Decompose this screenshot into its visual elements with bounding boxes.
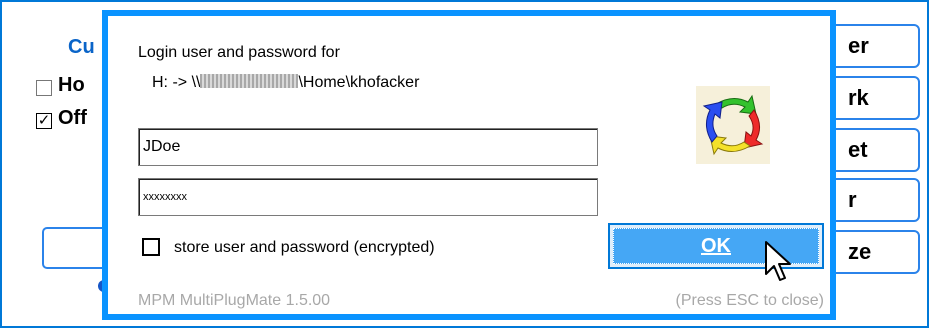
network-path-suffix: \Home\khofacker [298, 74, 420, 91]
redacted-server-name [200, 74, 299, 88]
login-prompt: Login user and password for [138, 44, 340, 61]
mouse-pointer-icon [765, 241, 791, 281]
background-checkbox-off[interactable]: ✓ [36, 113, 52, 129]
multiplugmate-logo-icon [696, 86, 770, 164]
esc-hint-label: (Press ESC to close) [675, 292, 824, 309]
password-input[interactable] [138, 178, 598, 216]
store-credentials-label: store user and password (encrypted) [174, 239, 435, 256]
network-path: H: -> \\ \Home\khofacker [152, 74, 419, 92]
background-checkbox-label-off: Off [58, 107, 87, 129]
username-input[interactable] [138, 128, 598, 166]
app-version-label: MPM MultiPlugMate 1.5.00 [138, 292, 331, 309]
login-dialog: Login user and password for H: -> \\ \Hom… [102, 10, 836, 320]
background-title: Cu [68, 36, 95, 58]
store-credentials-checkbox[interactable] [142, 238, 160, 256]
background-checkbox-ho[interactable] [36, 80, 52, 96]
network-path-prefix: H: -> \\ [152, 74, 201, 91]
background-checkbox-label-ho: Ho [58, 74, 85, 96]
ok-button-label: OK [701, 235, 731, 257]
